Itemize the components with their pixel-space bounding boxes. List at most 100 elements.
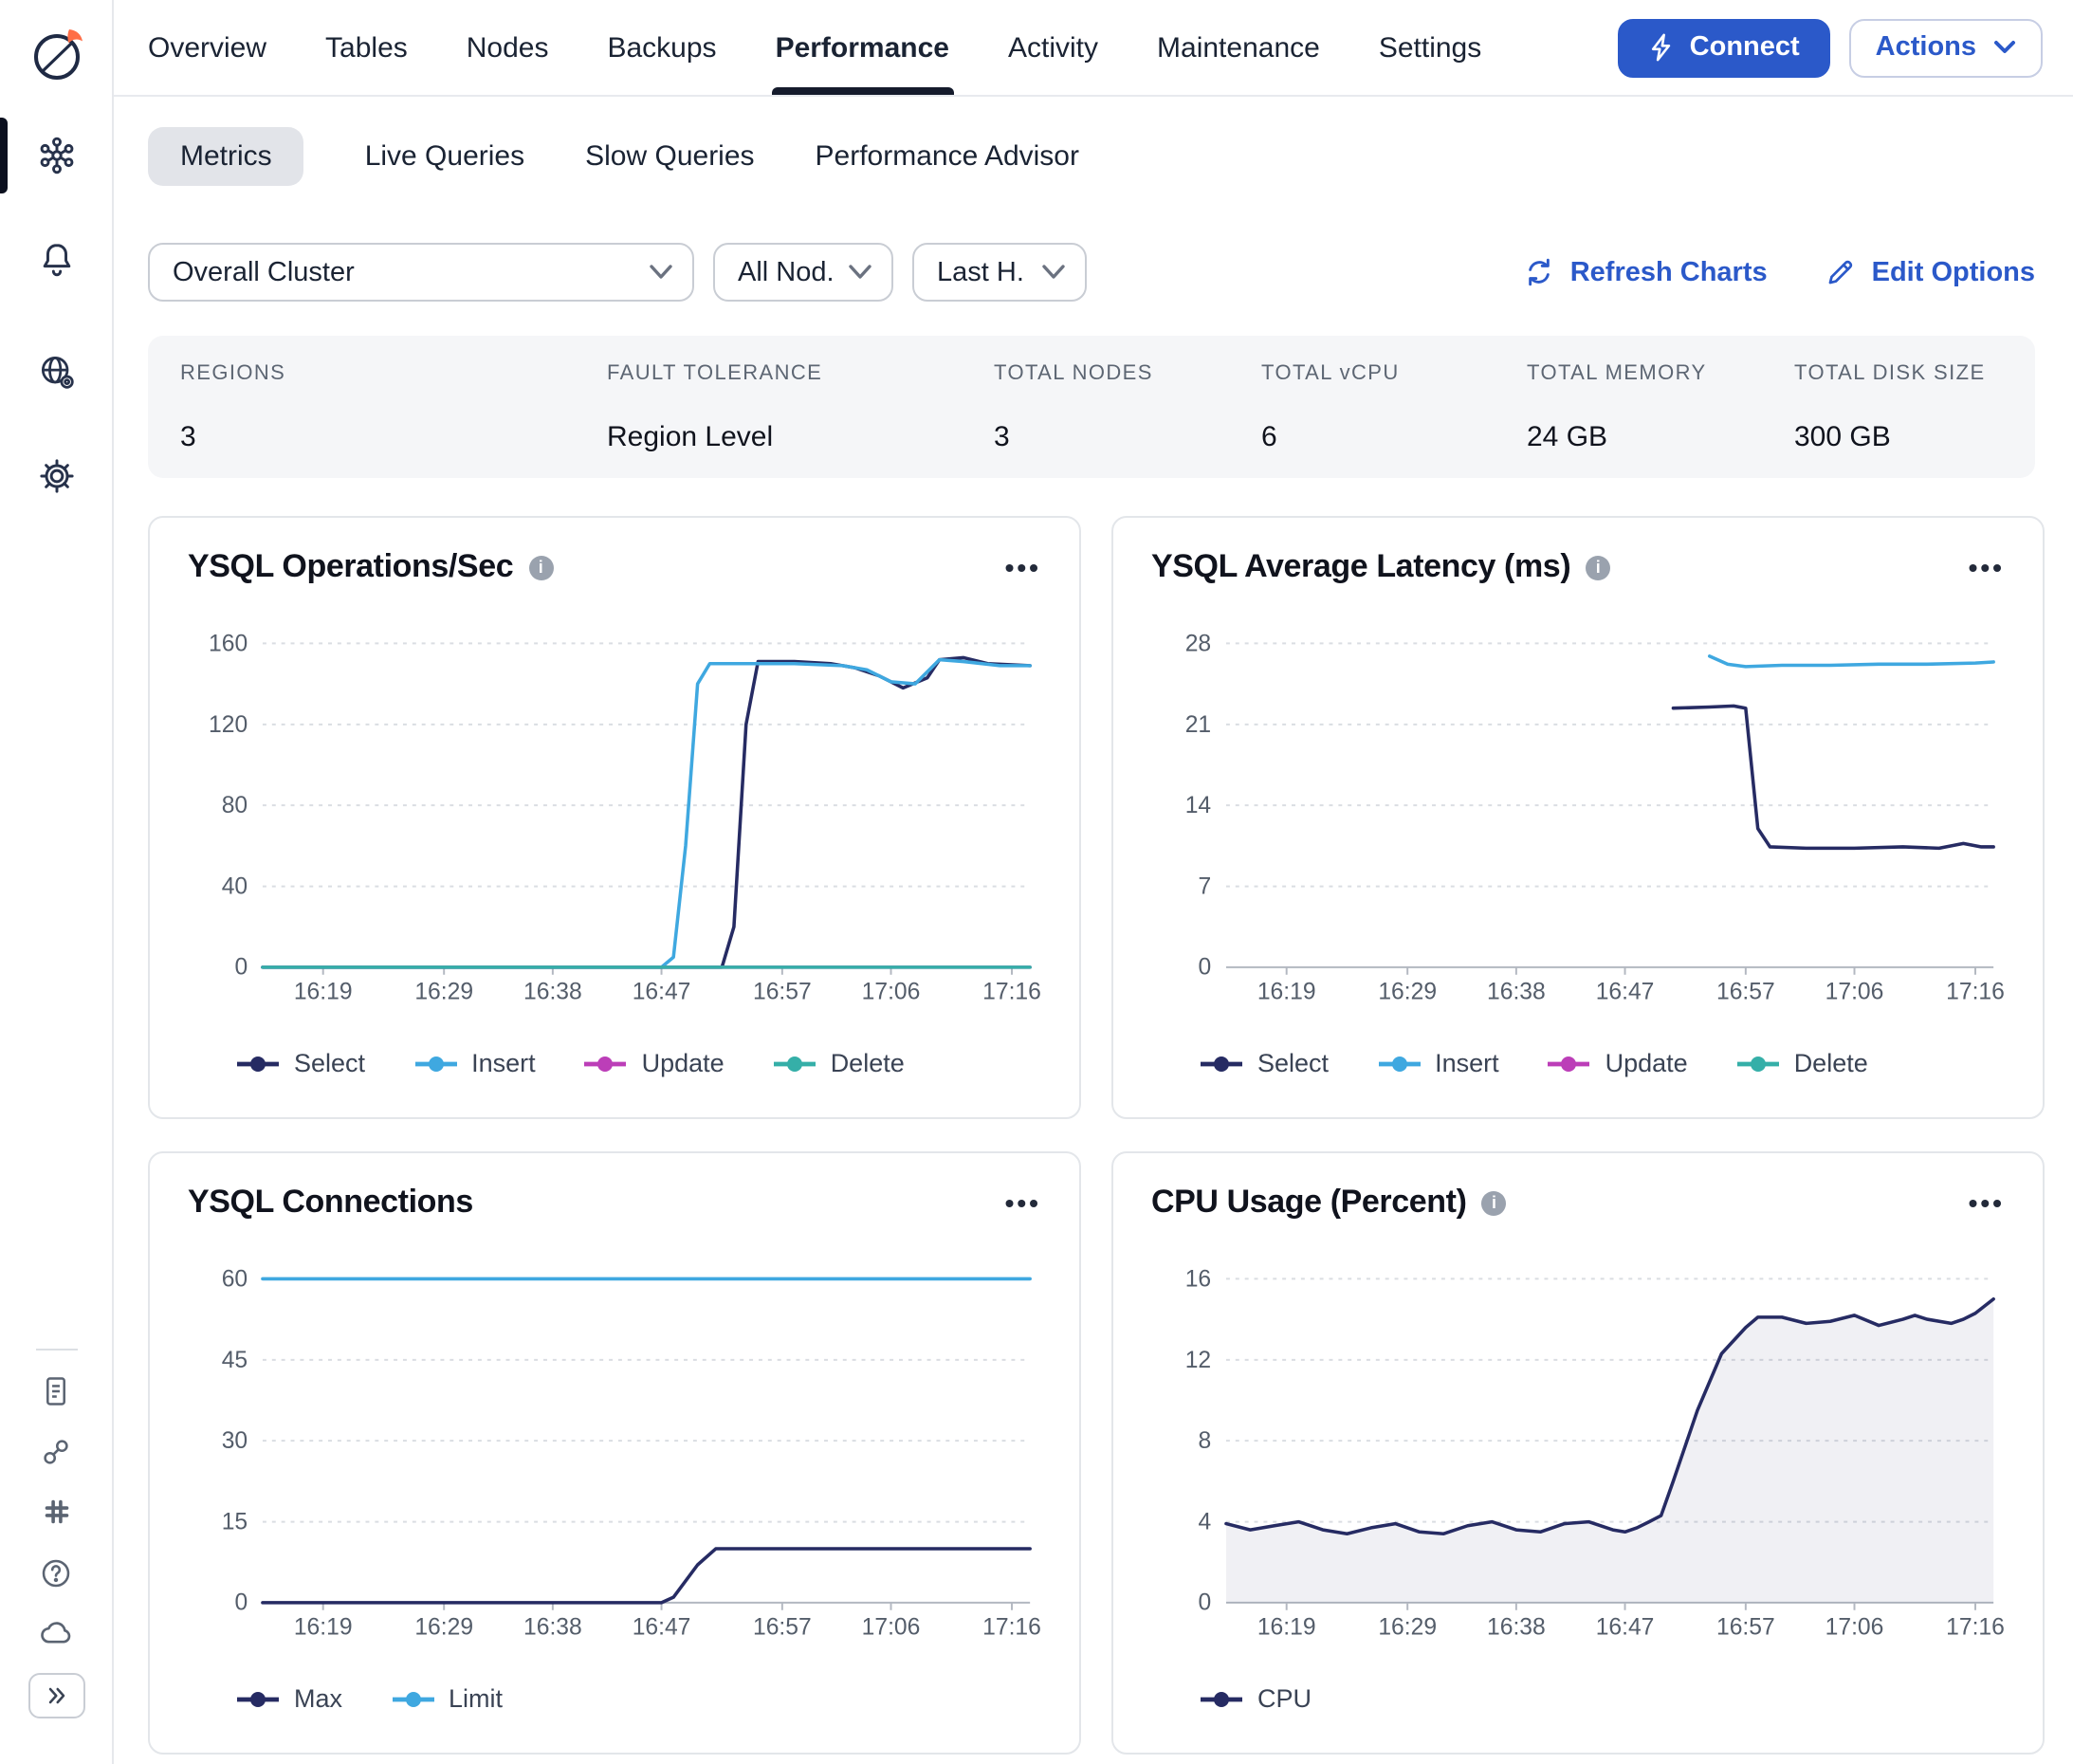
stat-total-vcpu: TOTAL vCPU6 [1261, 362, 1527, 453]
tab-maintenance[interactable]: Maintenance [1157, 0, 1320, 95]
subtab-metrics[interactable]: Metrics [148, 127, 304, 186]
legend-label: Delete [831, 1049, 905, 1077]
svg-text:16:29: 16:29 [414, 1614, 473, 1640]
tab-settings[interactable]: Settings [1379, 0, 1481, 95]
sidebar-item-cloud-status[interactable] [35, 1612, 77, 1654]
stat-label: TOTAL NODES [994, 362, 1261, 385]
legend-label: Insert [471, 1049, 536, 1077]
svg-text:17:16: 17:16 [982, 979, 1041, 1004]
info-icon[interactable]: i [1482, 1190, 1507, 1215]
sidebar-item-network[interactable] [18, 334, 94, 410]
yugabyte-logo-icon [28, 25, 84, 85]
tab-backups[interactable]: Backups [607, 0, 716, 95]
chevron-down-icon [848, 264, 872, 281]
sidebar-active-indicator [0, 118, 8, 193]
svg-text:16:38: 16:38 [1487, 1614, 1546, 1640]
chart-menu-button[interactable]: ••• [1005, 552, 1041, 582]
edit-options-link[interactable]: Edit Options [1825, 256, 2035, 288]
svg-text:17:16: 17:16 [1946, 1614, 2005, 1640]
stat-regions: REGIONS3 [180, 362, 607, 453]
chevrons-right-icon [43, 1682, 69, 1709]
tab-performance[interactable]: Performance [776, 0, 949, 95]
gear-icon [35, 455, 77, 497]
chart-legend: SelectInsertUpdateDelete [188, 1049, 1041, 1077]
chart-card-ysql-connections: YSQL Connections ••• 01530456016:1916:2916… [148, 1151, 1081, 1755]
stat-value: 3 [180, 421, 607, 453]
metrics-subnav: Metrics Live Queries Slow Queries Performan… [114, 97, 2073, 186]
tab-tables[interactable]: Tables [325, 0, 408, 95]
info-icon[interactable]: i [1586, 555, 1610, 579]
legend-marker-icon [1737, 1054, 1779, 1073]
sidebar-item-clusters[interactable] [18, 118, 94, 193]
stat-fault-tolerance: FAULT TOLERANCERegion Level [607, 362, 994, 453]
stat-label: TOTAL DISK SIZE [1794, 362, 2035, 385]
stat-total-nodes: TOTAL NODES3 [994, 362, 1261, 453]
tab-activity[interactable]: Activity [1008, 0, 1098, 95]
time-range-select[interactable]: Last H... [912, 243, 1087, 302]
svg-text:16:29: 16:29 [1378, 1614, 1437, 1640]
svg-text:30: 30 [222, 1428, 248, 1454]
chart-canvas: 01530456016:1916:2916:3816:4716:5717:061… [188, 1240, 1041, 1662]
cluster-select[interactable]: Overall Cluster [148, 243, 694, 302]
legend-label: Insert [1435, 1049, 1499, 1077]
app-window: Overview Tables Nodes Backups Performance Act… [0, 0, 2073, 1764]
legend-label: Select [294, 1049, 365, 1077]
svg-text:16:38: 16:38 [1487, 979, 1546, 1004]
sidebar-item-alerts[interactable] [18, 222, 94, 298]
subtab-slow-queries[interactable]: Slow Queries [585, 127, 754, 186]
chart-menu-button[interactable]: ••• [1969, 1187, 2005, 1218]
sidebar-divider [35, 1349, 77, 1351]
sidebar-item-docs[interactable] [35, 1369, 77, 1411]
svg-text:17:16: 17:16 [982, 1614, 1041, 1640]
lightning-bolt-icon [1648, 32, 1675, 63]
edit-options-label: Edit Options [1872, 257, 2035, 287]
stat-value: 24 GB [1527, 421, 1794, 453]
nodes-select[interactable]: All Nod... [713, 243, 893, 302]
refresh-charts-link[interactable]: Refresh Charts [1523, 256, 1768, 288]
svg-text:16:29: 16:29 [414, 979, 473, 1004]
actions-button[interactable]: Actions [1849, 18, 2043, 77]
chart-canvas: 048121616:1916:2916:3816:4716:5717:0617:… [1151, 1240, 2005, 1662]
svg-text:40: 40 [222, 874, 248, 900]
sidebar-expand-button[interactable] [28, 1673, 84, 1718]
chart-card-cpu-usage-percent: CPU Usage (Percent)i•••048121616:1916:29… [1111, 1151, 2045, 1755]
chart-menu-button[interactable]: ••• [1969, 552, 2005, 582]
question-icon [38, 1554, 74, 1590]
nodes-select-value: All Nod... [738, 257, 833, 287]
yugabyte-logo[interactable] [28, 23, 84, 87]
tab-overview[interactable]: Overview [148, 0, 266, 95]
sidebar-item-integrations[interactable] [35, 1430, 77, 1472]
sidebar-item-help[interactable] [35, 1552, 77, 1593]
svg-text:16:57: 16:57 [753, 1614, 812, 1640]
legend-marker-icon [585, 1054, 627, 1073]
cluster-network-icon [35, 135, 77, 176]
legend-marker-icon [237, 1054, 279, 1073]
chart-canvas: 0714212816:1916:2916:3816:4716:5717:0617… [1151, 605, 2005, 1026]
svg-text:16:57: 16:57 [1716, 1614, 1775, 1640]
stat-label: FAULT TOLERANCE [607, 362, 994, 385]
legend-marker-icon [1549, 1054, 1590, 1073]
svg-text:12: 12 [1185, 1348, 1211, 1373]
info-icon[interactable]: i [528, 555, 553, 579]
subtab-performance-advisor[interactable]: Performance Advisor [816, 127, 1079, 186]
svg-text:16: 16 [1185, 1266, 1211, 1292]
subtab-live-queries[interactable]: Live Queries [365, 127, 524, 186]
svg-text:80: 80 [222, 793, 248, 818]
svg-text:16:47: 16:47 [633, 979, 691, 1004]
chart-title: YSQL Connections [188, 1184, 473, 1222]
actions-button-label: Actions [1876, 32, 1976, 63]
sidebar-item-settings[interactable] [18, 438, 94, 514]
sidebar-bottom-group [28, 1369, 84, 1718]
pencil-icon [1825, 256, 1857, 288]
svg-text:21: 21 [1185, 712, 1211, 738]
chart-card-header: YSQL Operations/Seci••• [188, 544, 1041, 590]
document-icon [38, 1372, 74, 1408]
legend-label: Limit [449, 1684, 503, 1713]
sidebar-item-slack[interactable] [35, 1491, 77, 1533]
legend-label: Select [1257, 1049, 1329, 1077]
connect-button[interactable]: Connect [1618, 18, 1830, 77]
sidebar [0, 0, 114, 1764]
chart-menu-button[interactable]: ••• [1005, 1187, 1041, 1218]
tab-nodes[interactable]: Nodes [467, 0, 549, 95]
chart-legend: SelectInsertUpdateDelete [1151, 1049, 2005, 1077]
